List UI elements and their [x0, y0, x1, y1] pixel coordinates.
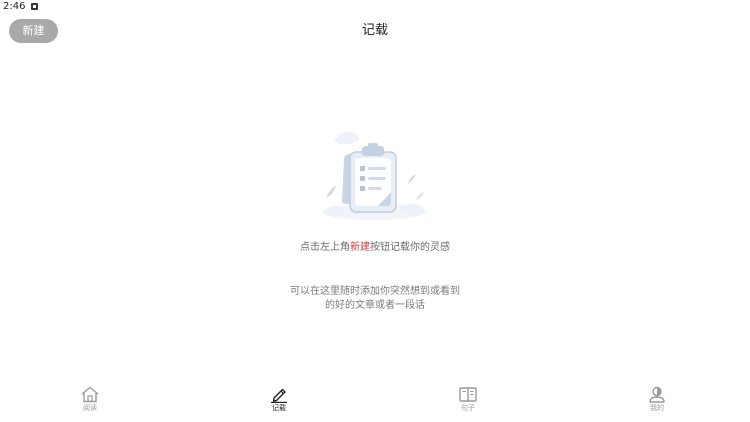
tab-read[interactable]: 阅读	[60, 382, 120, 418]
screen: 2:46 新建 记载 点击左上角新建按钮记载你的灵感 可以在这里随时添加你突然想…	[0, 0, 750, 422]
description-line-2: 的好的文章或者一段话	[325, 300, 425, 311]
status-bar: 2:46	[0, 0, 750, 14]
tab-mine[interactable]: 我的	[627, 382, 687, 418]
tab-label: 句子	[461, 404, 475, 412]
book-icon	[459, 387, 477, 402]
person-icon	[649, 386, 665, 403]
notification-icon	[31, 3, 38, 10]
home-icon	[81, 386, 99, 403]
status-time: 2:46	[3, 1, 26, 12]
empty-hint-text: 点击左上角新建按钮记载你的灵感	[0, 241, 750, 255]
clipboard-illustration-icon	[322, 132, 426, 220]
tab-sentences[interactable]: 句子	[438, 382, 498, 418]
tab-label: 记载	[272, 404, 286, 412]
hint-suffix: 按钮记载你的灵感	[370, 242, 450, 253]
hint-highlight: 新建	[350, 242, 370, 253]
bottom-tab-bar: 阅读 记载 句子 我的	[0, 382, 750, 422]
hint-prefix: 点击左上角	[300, 242, 350, 253]
empty-clipboard-illustration	[316, 126, 432, 226]
empty-description: 可以在这里随时添加你突然想到或看到 的好的文章或者一段话	[0, 285, 750, 313]
tab-label: 我的	[650, 404, 664, 412]
description-line-1: 可以在这里随时添加你突然想到或看到	[290, 286, 460, 297]
tab-record[interactable]: 记载	[249, 382, 309, 418]
header: 新建 记载	[0, 16, 750, 46]
pen-icon	[271, 388, 287, 403]
tab-label: 阅读	[83, 404, 97, 412]
page-title: 记载	[361, 23, 388, 38]
